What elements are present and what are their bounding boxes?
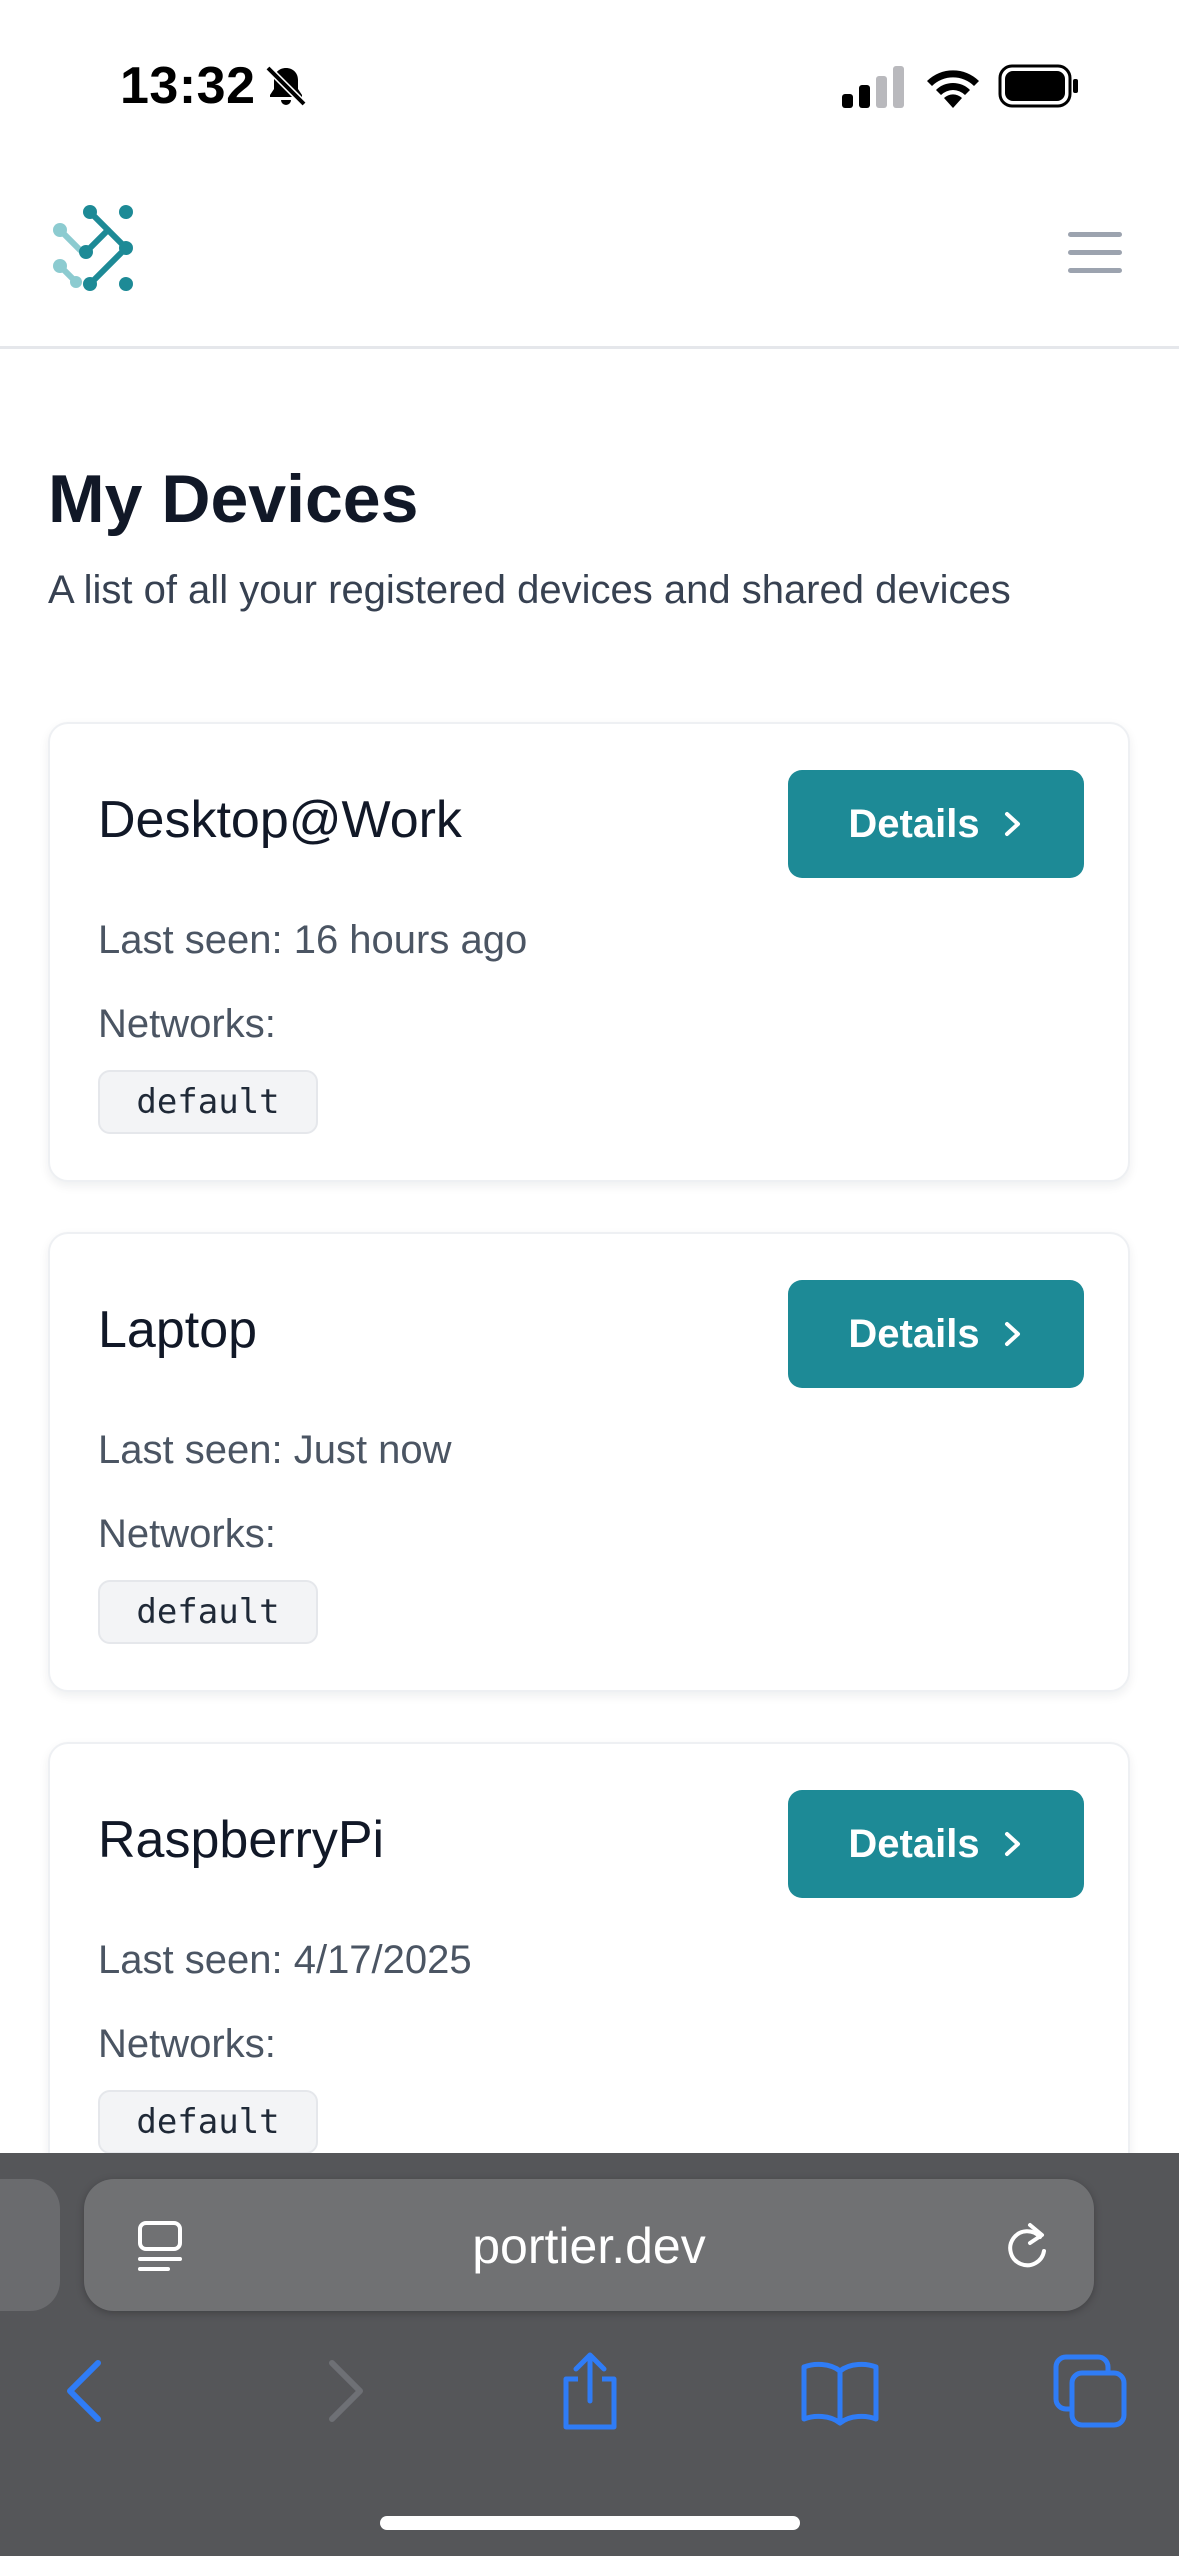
last-seen-label: Last seen: [98, 1428, 283, 1472]
details-button[interactable]: Details [788, 770, 1084, 878]
app-header [0, 170, 1179, 349]
back-icon[interactable] [46, 2349, 130, 2433]
status-bar: 13:32 [0, 0, 1179, 170]
last-seen-value: 16 hours ago [293, 918, 528, 962]
network-badge: default [98, 1580, 318, 1644]
url-text: portier.dev [472, 2218, 706, 2274]
battery-icon [998, 64, 1078, 108]
hamburger-menu-button[interactable] [1060, 230, 1130, 276]
last-seen-label: Last seen: [98, 918, 283, 962]
tabs-icon[interactable] [1048, 2349, 1132, 2433]
status-time: 13:32 [120, 57, 256, 115]
chevron-right-icon [1004, 812, 1020, 836]
portier-logo-icon[interactable] [46, 200, 146, 300]
last-seen-value: Just now [293, 1428, 452, 1472]
device-card: Desktop@Work Details Last seen: 16 hours… [48, 722, 1130, 1182]
reload-icon[interactable] [1000, 2217, 1054, 2275]
chevron-right-icon [1004, 1322, 1020, 1346]
networks-label: Networks: [98, 1512, 276, 1556]
networks-label: Networks: [98, 1002, 276, 1046]
device-name: Laptop [98, 1301, 258, 1359]
share-icon[interactable] [548, 2349, 632, 2433]
bookmarks-icon[interactable] [798, 2349, 882, 2433]
page-title: My Devices [48, 461, 419, 537]
device-name: Desktop@Work [98, 791, 462, 849]
details-button-label: Details [848, 1821, 980, 1866]
bell-slash-icon [265, 65, 307, 107]
details-button-label: Details [848, 1311, 980, 1356]
device-card: Laptop Details Last seen: Just now Netwo… [48, 1232, 1130, 1692]
details-button-label: Details [848, 801, 980, 846]
home-indicator[interactable] [380, 2516, 800, 2530]
forward-icon[interactable] [300, 2349, 384, 2433]
chevron-right-icon [1004, 1832, 1020, 1856]
details-button[interactable]: Details [788, 1790, 1084, 1898]
device-name: RaspberryPi [98, 1811, 385, 1869]
last-seen: Last seen: Just now [98, 1428, 452, 1473]
network-badge: default [98, 1070, 318, 1134]
last-seen: Last seen: 4/17/2025 [98, 1938, 472, 1983]
details-button[interactable]: Details [788, 1280, 1084, 1388]
last-seen-value: 4/17/2025 [293, 1938, 472, 1982]
wifi-icon [927, 70, 979, 108]
cellular-signal-icon [842, 66, 904, 108]
network-badge: default [98, 2090, 318, 2154]
browser-toolbar: portier.dev [0, 2153, 1179, 2556]
last-seen: Last seen: 16 hours ago [98, 918, 527, 963]
previous-tab-peek[interactable] [0, 2179, 60, 2311]
device-card: RaspberryPi Details Last seen: 4/17/2025… [48, 1742, 1130, 2202]
last-seen-label: Last seen: [98, 1938, 283, 1982]
networks-label: Networks: [98, 2022, 276, 2066]
address-bar[interactable]: portier.dev [84, 2179, 1094, 2311]
page-subtitle: A list of all your registered devices an… [48, 568, 1011, 612]
